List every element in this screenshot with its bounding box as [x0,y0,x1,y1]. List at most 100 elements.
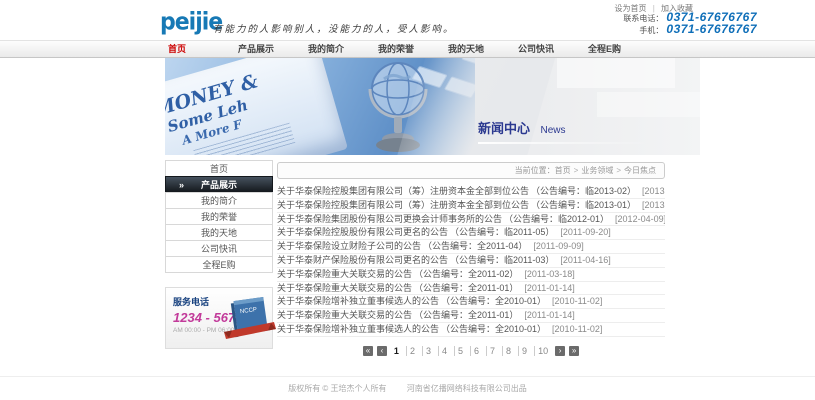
phone-label: 联系电话： [623,14,663,23]
page-number-10[interactable]: 10 [534,346,551,356]
nav-item-honors[interactable]: 我的荣誉 [378,41,448,57]
news-date: [2013-12-17] [642,186,665,196]
footer: 版权所有 © 王培杰个人所有 河南省亿播网络科技有限公司出品 [0,376,815,400]
news-code: （公告编号：临2011-05） [450,227,554,237]
news-code: （公告编号：临2013-01） [531,200,636,210]
sidebar-item-news[interactable]: 公司快讯 [165,240,273,257]
mobile-number: 0371-67676767 [666,22,757,36]
nav-item-home[interactable]: 首页 [168,41,238,57]
book-graphic-icon: NCCP [224,296,276,344]
nav-item-news[interactable]: 公司快讯 [518,41,588,57]
news-date: [2013-03-11] [642,200,665,210]
news-row: 关于华泰保险重大关联交易的公告（公告编号：全2011-01）[2011-01-1… [277,282,665,296]
sidebar-item-honors[interactable]: 我的荣誉 [165,208,273,225]
section-title: 新闻中心 [478,121,530,136]
sidebar-item-space[interactable]: 我的天地 [165,224,273,241]
news-row: 关于华泰保险控股集团有限公司（筹）注册资本金全部到位公告（公告编号：临2013-… [277,199,665,213]
news-link[interactable]: 关于华泰保险重大关联交易的公告 [277,269,412,279]
news-code: （公告编号：临2011-03） [450,255,554,265]
page-number-2[interactable]: 2 [406,346,418,356]
sidebar: 首页 » 产品展示 我的简介 我的荣誉 我的天地 公司快讯 全程E购 服务电话 … [165,160,273,349]
page-number-6[interactable]: 6 [470,346,482,356]
main-nav: 首页 产品展示 我的简介 我的荣誉 我的天地 公司快讯 全程E购 [0,40,815,58]
page-number-7[interactable]: 7 [486,346,498,356]
active-arrow-icon: » [179,177,184,193]
contact-info: 联系电话：0371-67676767 手机：0371-67676767 [623,11,757,35]
news-row: 关于华泰保险集团股份有限公司更换会计师事务所的公告（公告编号：临2012-01）… [277,213,665,227]
next-page-icon[interactable]: › [555,346,565,356]
banner-highlight [557,58,675,88]
section-title-block: 新闻中心 News [478,118,650,144]
contact-mobile-row: 手机：0371-67676767 [623,23,757,35]
news-link[interactable]: 关于华泰保险增补独立董事候选人的公告 [277,324,439,334]
news-code: （公告编号：全2010-01） [441,296,546,306]
news-link[interactable]: 关于华泰保险控股集团有限公司（筹）注册资本金全部到位公告 [277,200,529,210]
news-date: [2011-09-20] [560,227,610,237]
news-date: [2011-01-14] [524,310,574,320]
nav-item-space[interactable]: 我的天地 [448,41,518,57]
news-code: （公告编号：全2011-02） [414,269,518,279]
mobile-label: 手机： [639,26,663,35]
news-link[interactable]: 关于华泰保险重大关联交易的公告 [277,283,412,293]
sidebar-item-about[interactable]: 我的简介 [165,192,273,209]
news-code: （公告编号：全2010-01） [441,324,546,334]
news-code: （公告编号：临2013-02） [531,186,636,196]
breadcrumb-separator: > [574,166,579,175]
news-date: [2010-11-02] [552,296,602,306]
first-page-icon[interactable]: « [363,346,373,356]
page-number-3[interactable]: 3 [422,346,434,356]
sidebar-item-home[interactable]: 首页 [165,160,273,177]
page-number-4[interactable]: 4 [438,346,450,356]
news-code: （公告编号：全2011-04） [423,241,527,251]
sidebar-item-products[interactable]: » 产品展示 [165,176,273,193]
service-phone-box: 服务电话 1234 - 5678 AM 00:00 - PM 06:00 NCC… [165,287,273,349]
news-link[interactable]: 关于华泰财产保险股份有限公司更名的公告 [277,255,448,265]
news-link[interactable]: 关于华泰保险增补独立董事候选人的公告 [277,296,439,306]
nav-item-about[interactable]: 我的简介 [308,41,378,57]
pagination: « ‹ 1 2 3 4 5 6 7 8 9 10 › » [277,346,665,356]
news-row: 关于华泰财产保险股份有限公司更名的公告（公告编号：临2011-03） [2011-… [277,254,665,268]
page-number-9[interactable]: 9 [518,346,530,356]
news-date: [2010-11-02] [552,324,602,334]
last-page-icon[interactable]: » [569,346,579,356]
footer-producer: 河南省亿播网络科技有限公司出品 [407,384,527,393]
section-title-underline [478,142,650,144]
news-panel: 当前位置：首页>业务领域>今日焦点 关于华泰保险控股集团有限公司（筹）注册资本金… [277,162,665,356]
news-link[interactable]: 关于华泰保险控股股份有限公司更名的公告 [277,227,448,237]
page-number-5[interactable]: 5 [454,346,466,356]
news-link[interactable]: 关于华泰保险集团股份有限公司更换会计师事务所的公告 [277,214,502,224]
news-date: [2011-04-16] [560,255,610,265]
news-date: [2011-01-14] [524,283,574,293]
news-date: [2012-04-09] [615,214,665,224]
news-row: 关于华泰保险重大关联交易的公告（公告编号：全2011-01） [2011-01-1… [277,309,665,323]
news-row: 关于华泰保险设立财险子公司的公告（公告编号：全2011-04）[2011-09-… [277,240,665,254]
prev-page-icon[interactable]: ‹ [377,346,387,356]
nav-item-products[interactable]: 产品展示 [238,41,308,57]
footer-copyright: 版权所有 © 王培杰个人所有 [288,384,386,393]
section-subtitle: News [540,125,565,136]
news-list: 关于华泰保险控股集团有限公司（筹）注册资本金全部到位公告（公告编号：临2013-… [277,185,665,337]
news-row: 关于华泰保险控股股份有限公司更名的公告（公告编号：临2011-05） [2011-… [277,226,665,240]
site-slogan: 有能力的人影响别人，没能力的人，受人影响。 [213,21,455,35]
breadcrumb-home[interactable]: 首页 [555,166,571,175]
breadcrumb-label: 当前位置： [515,166,555,175]
nav-item-eshop[interactable]: 全程E购 [588,41,658,57]
news-link[interactable]: 关于华泰保险重大关联交易的公告 [277,310,412,320]
sidebar-item-label: 产品展示 [201,180,237,190]
news-code: （公告编号：临2012-01） [504,214,609,224]
news-row: 关于华泰保险控股集团有限公司（筹）注册资本金全部到位公告（公告编号：临2013-… [277,185,665,199]
breadcrumb-current[interactable]: 今日焦点 [624,166,656,175]
news-row: 关于华泰保险增补独立董事候选人的公告（公告编号：全2010-01） [2010-1… [277,323,665,337]
news-code: （公告编号：全2011-01） [414,310,518,320]
news-link[interactable]: 关于华泰保险设立财险子公司的公告 [277,241,421,251]
page-number-1[interactable]: 1 [391,346,402,356]
breadcrumb-section[interactable]: 业务领域 [581,166,613,175]
news-date: [2011-03-18] [524,269,574,279]
page-number-8[interactable]: 8 [502,346,514,356]
breadcrumb-separator: > [616,166,621,175]
news-row: 关于华泰保险重大关联交易的公告（公告编号：全2011-02） [2011-03-1… [277,268,665,282]
sidebar-item-eshop[interactable]: 全程E购 [165,256,273,273]
breadcrumb: 当前位置：首页>业务领域>今日焦点 [277,162,665,179]
main-nav-inner: 首页 产品展示 我的简介 我的荣誉 我的天地 公司快讯 全程E购 [168,41,815,57]
news-link[interactable]: 关于华泰保险控股集团有限公司（筹）注册资本金全部到位公告 [277,186,529,196]
